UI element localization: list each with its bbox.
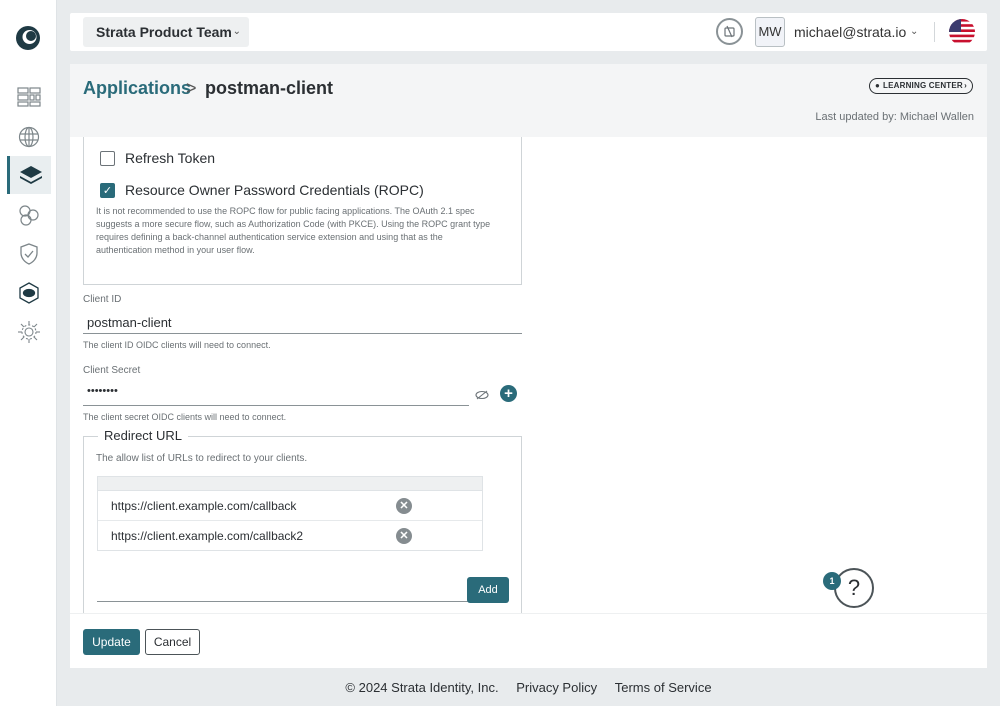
ropc-label: Resource Owner Password Credentials (ROP… bbox=[125, 182, 424, 198]
refresh-token-label: Refresh Token bbox=[125, 150, 216, 166]
ropc-checkbox[interactable]: ✓ bbox=[100, 182, 115, 198]
globe-icon bbox=[18, 126, 40, 148]
redirect-url-value: https://client.example.com/callback bbox=[111, 499, 297, 513]
sidebar bbox=[0, 0, 57, 706]
redirect-url-table: https://client.example.com/callback ✕ ht… bbox=[97, 476, 483, 551]
user-menu-chevron-icon[interactable]: ⌄ bbox=[910, 26, 918, 37]
client-secret-input[interactable]: •••••••• bbox=[87, 385, 118, 397]
redirect-url-legend: Redirect URL bbox=[98, 428, 189, 443]
client-id-underline bbox=[83, 333, 522, 334]
divider bbox=[934, 22, 935, 42]
client-secret-underline bbox=[83, 405, 469, 406]
pin-icon: ● bbox=[875, 81, 881, 90]
add-redirect-url-button[interactable]: Add bbox=[467, 577, 509, 603]
last-updated-text: Last updated by: Michael Wallen bbox=[815, 111, 974, 123]
client-id-help: The client ID OIDC clients will need to … bbox=[83, 340, 271, 350]
shield-check-icon bbox=[20, 243, 38, 265]
redirect-url-section: Redirect URL The allow list of URLs to r… bbox=[83, 428, 522, 613]
table-header bbox=[98, 477, 482, 491]
remove-url-icon[interactable]: ✕ bbox=[396, 498, 412, 514]
client-id-label: Client ID bbox=[83, 294, 122, 305]
new-redirect-url-input[interactable] bbox=[97, 601, 469, 602]
sidebar-item-settings[interactable] bbox=[7, 313, 51, 351]
eye-shield-icon bbox=[19, 282, 39, 304]
table-row: https://client.example.com/callback2 ✕ bbox=[98, 521, 482, 551]
redirect-url-value: https://client.example.com/callback2 bbox=[111, 529, 304, 543]
us-flag-icon[interactable] bbox=[949, 19, 975, 45]
remove-url-icon[interactable]: ✕ bbox=[396, 528, 412, 544]
client-secret-label: Client Secret bbox=[83, 365, 141, 376]
sidebar-item-dashboard[interactable] bbox=[7, 78, 51, 116]
avatar[interactable]: MW bbox=[755, 17, 785, 47]
refresh-token-option[interactable]: Refresh Token bbox=[100, 150, 215, 166]
user-email[interactable]: michael@strata.io bbox=[794, 13, 906, 51]
sidebar-item-security[interactable] bbox=[7, 235, 51, 273]
footer: © 2024 Strata Identity, Inc. Privacy Pol… bbox=[57, 680, 1000, 695]
chevron-down-icon: ⌄ bbox=[232, 26, 241, 37]
cancel-button[interactable]: Cancel bbox=[145, 629, 200, 655]
form-actions: Update Cancel bbox=[70, 613, 987, 668]
refresh-token-checkbox[interactable] bbox=[100, 150, 115, 166]
terms-of-service-link[interactable]: Terms of Service bbox=[615, 680, 712, 695]
sidebar-item-orchestration[interactable] bbox=[7, 274, 51, 312]
team-name: Strata Product Team bbox=[96, 24, 232, 40]
hexagons-icon bbox=[19, 205, 39, 226]
learning-center-label: LEARNING CENTER bbox=[883, 81, 963, 90]
dashboard-grid-icon bbox=[17, 87, 41, 107]
hide-password-icon[interactable] bbox=[475, 390, 489, 400]
generate-secret-plus-icon[interactable]: + bbox=[500, 385, 517, 402]
ropc-help-text: It is not recommended to use the ROPC fl… bbox=[96, 206, 491, 255]
chevron-right-icon: › bbox=[964, 81, 967, 90]
page-header: Applications > postman-client ● LEARNING… bbox=[70, 64, 987, 137]
topbar: Strata Product Team ⌄ MW michael@strata.… bbox=[70, 13, 987, 51]
team-selector[interactable]: Strata Product Team ⌄ bbox=[83, 17, 249, 47]
copyright-text: © 2024 Strata Identity, Inc. bbox=[345, 680, 499, 695]
page-title: postman-client bbox=[205, 78, 334, 98]
sync-status-icon[interactable] bbox=[716, 18, 743, 45]
learning-center-button[interactable]: ● LEARNING CENTER › bbox=[869, 78, 973, 94]
form-scroll-area[interactable]: Refresh Token ✓ Resource Owner Password … bbox=[70, 137, 987, 613]
privacy-policy-link[interactable]: Privacy Policy bbox=[516, 680, 597, 695]
strata-logo-icon[interactable] bbox=[14, 24, 42, 52]
grant-types-box: Refresh Token ✓ Resource Owner Password … bbox=[83, 137, 522, 285]
client-id-input[interactable]: postman-client bbox=[87, 315, 172, 330]
breadcrumb-separator: > bbox=[186, 78, 197, 98]
sidebar-item-connectors[interactable] bbox=[7, 196, 51, 234]
redirect-url-help: The allow list of URLs to redirect to yo… bbox=[96, 453, 308, 464]
update-button[interactable]: Update bbox=[83, 629, 140, 655]
layers-icon bbox=[19, 166, 42, 184]
breadcrumb-applications-link[interactable]: Applications bbox=[83, 78, 191, 99]
sidebar-item-applications[interactable] bbox=[7, 156, 51, 194]
sidebar-item-globe[interactable] bbox=[7, 118, 51, 156]
network-gear-icon bbox=[18, 321, 40, 343]
ropc-option[interactable]: ✓ Resource Owner Password Credentials (R… bbox=[100, 182, 424, 198]
help-button[interactable]: ? bbox=[834, 568, 874, 608]
client-secret-help: The client secret OIDC clients will need… bbox=[83, 412, 287, 422]
help-notification-badge: 1 bbox=[823, 572, 841, 590]
table-row: https://client.example.com/callback ✕ bbox=[98, 491, 482, 521]
